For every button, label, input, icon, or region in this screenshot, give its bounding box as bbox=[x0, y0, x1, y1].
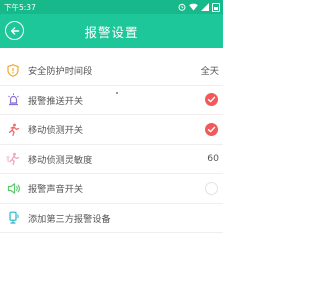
status-bar: 下午5:37 bbox=[0, 0, 223, 14]
signal-icon bbox=[201, 3, 209, 11]
status-time: 下午5:37 bbox=[4, 2, 36, 12]
speaker-icon bbox=[6, 181, 20, 195]
battery-icon bbox=[212, 2, 220, 12]
setting-label: 移动侦测开关 bbox=[28, 125, 84, 137]
setting-value: 60 bbox=[207, 153, 219, 165]
back-button[interactable] bbox=[5, 21, 24, 40]
title-bar: 报警设置 bbox=[0, 14, 223, 48]
alarm-clock-icon bbox=[178, 3, 186, 11]
sensor-device-icon bbox=[6, 211, 20, 225]
setting-row-protection-period[interactable]: 安全防护时间段 全天 bbox=[0, 56, 223, 86]
setting-row-alarm-sound[interactable]: 报警声音开关 bbox=[0, 174, 223, 204]
setting-label: 报警推送开关 bbox=[28, 95, 84, 107]
setting-row-motion-detection[interactable]: 移动侦测开关 bbox=[0, 115, 223, 145]
setting-label: 报警声音开关 bbox=[28, 184, 84, 196]
setting-label: 安全防护时间段 bbox=[28, 66, 93, 78]
shield-icon bbox=[6, 63, 20, 77]
settings-list: 安全防护时间段 全天 报警推送开关 移动侦测开关 移动侦测灵敏度 60 报警声音… bbox=[0, 56, 223, 233]
sensitivity-person-icon bbox=[6, 152, 20, 166]
setting-label: 添加第三方报警设备 bbox=[28, 213, 111, 225]
setting-row-motion-sensitivity[interactable]: 移动侦测灵敏度 60 bbox=[0, 145, 223, 174]
setting-value: 全天 bbox=[200, 66, 219, 78]
setting-row-alarm-push[interactable]: 报警推送开关 bbox=[0, 86, 223, 115]
setting-label: 移动侦测灵敏度 bbox=[28, 154, 93, 166]
running-person-icon bbox=[6, 122, 20, 136]
alarm-light-icon bbox=[6, 93, 20, 107]
back-arrow-icon bbox=[10, 26, 19, 35]
setting-row-add-third-party-device[interactable]: 添加第三方报警设备 bbox=[0, 204, 223, 233]
motion-detection-toggle[interactable] bbox=[205, 122, 218, 136]
checkmark-icon bbox=[207, 126, 216, 133]
status-icons bbox=[178, 2, 220, 12]
alarm-sound-toggle[interactable] bbox=[205, 181, 218, 195]
screen-artifact-dot bbox=[116, 92, 118, 94]
checkmark-icon bbox=[207, 96, 216, 103]
page-title: 报警设置 bbox=[84, 24, 139, 40]
alarm-push-toggle[interactable] bbox=[205, 93, 218, 107]
wifi-icon bbox=[189, 3, 198, 11]
